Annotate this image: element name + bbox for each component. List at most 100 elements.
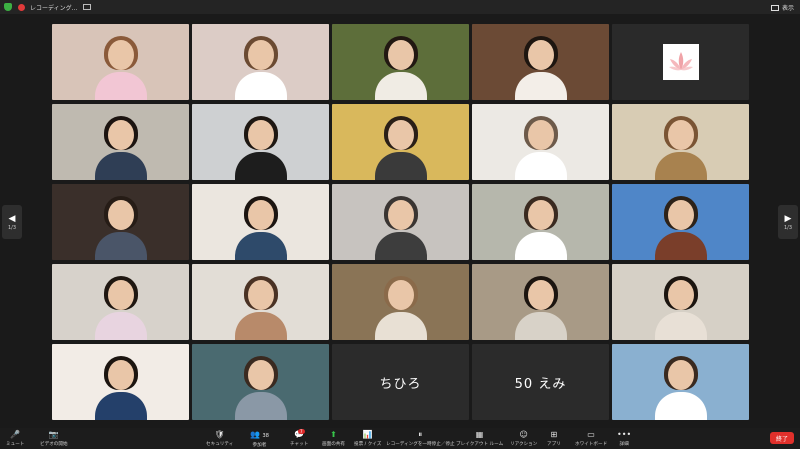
participant-face <box>247 280 274 310</box>
mute-label: ミュート <box>6 442 25 447</box>
participant-face <box>667 280 694 310</box>
participant-tile[interactable] <box>612 184 749 260</box>
participant-tile[interactable] <box>192 344 329 420</box>
breakout-rooms-button[interactable]: ▦ ブレイクアウト ルーム <box>456 430 503 447</box>
participant-tile[interactable] <box>332 104 469 180</box>
participant-tile[interactable]: ちひろ <box>332 344 469 420</box>
participant-tile[interactable] <box>52 24 189 100</box>
participant-body <box>654 312 707 340</box>
participant-tile[interactable] <box>472 24 609 100</box>
recording-controls-button[interactable]: ⏸ レコーディングを一時停止／停止 <box>386 430 455 447</box>
participant-tile[interactable] <box>52 104 189 180</box>
grid-view-icon <box>770 4 779 11</box>
participant-tile[interactable] <box>612 24 749 100</box>
participant-body <box>374 152 427 180</box>
view-label: 表示 <box>781 5 794 12</box>
window-icon[interactable] <box>83 4 92 10</box>
shield-icon: 🛡 <box>214 430 225 439</box>
participant-face <box>667 120 694 150</box>
security-shield-icon[interactable] <box>4 3 12 11</box>
participant-video <box>231 352 291 420</box>
participant-tile[interactable] <box>472 104 609 180</box>
participant-video <box>91 192 151 260</box>
participant-tile[interactable] <box>332 184 469 260</box>
participant-body <box>234 392 287 420</box>
participant-video <box>91 352 151 420</box>
next-page-button[interactable]: ▶ 1/3 <box>778 205 798 239</box>
participant-video <box>651 192 711 260</box>
participant-video <box>651 352 711 420</box>
participant-tile[interactable] <box>612 344 749 420</box>
microphone-icon: 🎤 <box>10 430 21 439</box>
participant-tile[interactable] <box>192 184 329 260</box>
participant-body <box>94 312 147 340</box>
participant-face <box>107 120 134 150</box>
security-button[interactable]: 🛡 セキュリティ <box>206 430 233 447</box>
participant-video <box>511 272 571 340</box>
participant-tile[interactable] <box>192 264 329 340</box>
view-button[interactable]: 表示 <box>770 3 794 12</box>
participant-tile[interactable] <box>52 264 189 340</box>
participant-face <box>667 360 694 390</box>
participant-body <box>94 152 147 180</box>
participant-tile[interactable]: 50 えみ <box>472 344 609 420</box>
chat-unread-badge: 7 <box>298 429 305 434</box>
start-video-button[interactable]: 📷 ビデオの開始 <box>40 430 68 447</box>
participant-face <box>107 360 134 390</box>
participant-tile[interactable] <box>472 184 609 260</box>
participant-video <box>91 112 151 180</box>
participant-tile[interactable] <box>332 24 469 100</box>
polls-label: 投票 / クイズ <box>354 442 382 447</box>
participant-tile[interactable] <box>612 104 749 180</box>
recording-icon <box>18 3 25 11</box>
participant-tile[interactable] <box>472 264 609 340</box>
polls-button[interactable]: 📊 投票 / クイズ <box>354 430 381 447</box>
participant-video <box>231 112 291 180</box>
participant-body <box>374 312 427 340</box>
previous-page-button[interactable]: ◀ 1/3 <box>2 205 22 239</box>
participant-face <box>667 200 694 230</box>
end-meeting-button[interactable]: 終了 <box>770 432 794 444</box>
participant-body <box>514 312 567 340</box>
apps-button[interactable]: ⊞ アプリ <box>547 430 561 447</box>
participant-face <box>107 200 134 230</box>
reactions-button[interactable]: ☺ リアクション <box>510 430 537 447</box>
participant-body <box>374 72 427 100</box>
window-title: レコーディング... <box>30 4 78 12</box>
participant-tile[interactable] <box>52 344 189 420</box>
participant-tile[interactable] <box>332 264 469 340</box>
participant-video <box>231 272 291 340</box>
participants-icon: 👥 <box>250 430 260 439</box>
share-label: 画面の共有 <box>322 442 345 447</box>
participant-face <box>387 280 414 310</box>
participant-video <box>231 192 291 260</box>
video-label: ビデオの開始 <box>40 442 68 447</box>
participant-video <box>511 192 571 260</box>
mute-button[interactable]: 🎤 ミュート <box>6 430 24 447</box>
participant-tile[interactable] <box>192 24 329 100</box>
participant-video <box>371 112 431 180</box>
participants-button[interactable]: 👥 38 参加者 <box>250 430 269 448</box>
participant-face <box>107 280 134 310</box>
participant-face <box>527 280 554 310</box>
participant-face <box>387 200 414 230</box>
participant-video <box>511 112 571 180</box>
smiley-icon: ☺ <box>519 430 528 439</box>
reactions-label: リアクション <box>510 442 538 447</box>
participant-tile[interactable] <box>52 184 189 260</box>
video-camera-icon: 📷 <box>48 430 59 439</box>
chevron-left-icon: ◀ <box>8 214 16 224</box>
participant-body <box>234 152 287 180</box>
participant-face <box>527 40 554 70</box>
participant-tile[interactable] <box>192 104 329 180</box>
recording-label: レコーディングを一時停止／停止 <box>386 442 455 447</box>
participant-face <box>247 360 274 390</box>
more-button[interactable]: ••• 詳細 <box>617 430 631 447</box>
chat-button[interactable]: 7 💬 チャット <box>290 429 308 447</box>
whiteboard-button[interactable]: ▭ ホワイトボード <box>575 430 607 447</box>
participant-face <box>247 120 274 150</box>
participant-body <box>94 72 147 100</box>
share-screen-button[interactable]: ⬆ 画面の共有 <box>322 430 345 447</box>
participant-body <box>654 232 707 260</box>
participant-tile[interactable] <box>612 264 749 340</box>
